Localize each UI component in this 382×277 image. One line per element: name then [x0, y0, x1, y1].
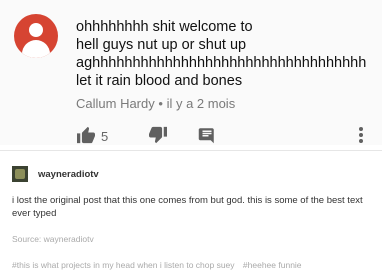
blog-name[interactable]: wayneradiotv [38, 169, 99, 180]
post-source[interactable]: Source: wayneradiotv [12, 234, 94, 244]
tag-link[interactable]: #this is what projects in my head when i… [12, 260, 235, 270]
thumbs-down-icon[interactable] [148, 126, 168, 149]
thumbs-up-icon[interactable] [76, 126, 96, 149]
author-name[interactable]: Callum Hardy [76, 96, 155, 111]
comment-meta: Callum Hardy • il y a 2 mois [76, 96, 235, 111]
post-tags: #this is what projects in my head when i… [12, 260, 308, 270]
reply-icon[interactable] [198, 126, 216, 149]
blog-avatar[interactable] [12, 166, 28, 182]
comment-actions: 5 [76, 126, 376, 146]
comment-text: ohhhhhhhh shit welcome to hell guys nut … [76, 19, 367, 89]
meta-separator: • [158, 96, 163, 111]
more-vert-icon[interactable] [358, 126, 364, 149]
youtube-comment: ohhhhhhhh shit welcome to hell guys nut … [0, 0, 382, 145]
tumblr-post: wayneradiotv i lost the original post th… [0, 152, 382, 277]
avatar-person-icon[interactable] [14, 14, 58, 58]
post-body: i lost the original post that this one c… [12, 195, 363, 219]
like-count: 5 [101, 129, 109, 144]
timestamp[interactable]: il y a 2 mois [167, 96, 236, 111]
tag-link[interactable]: #heehee funnie [243, 260, 302, 270]
section-divider [0, 150, 382, 151]
